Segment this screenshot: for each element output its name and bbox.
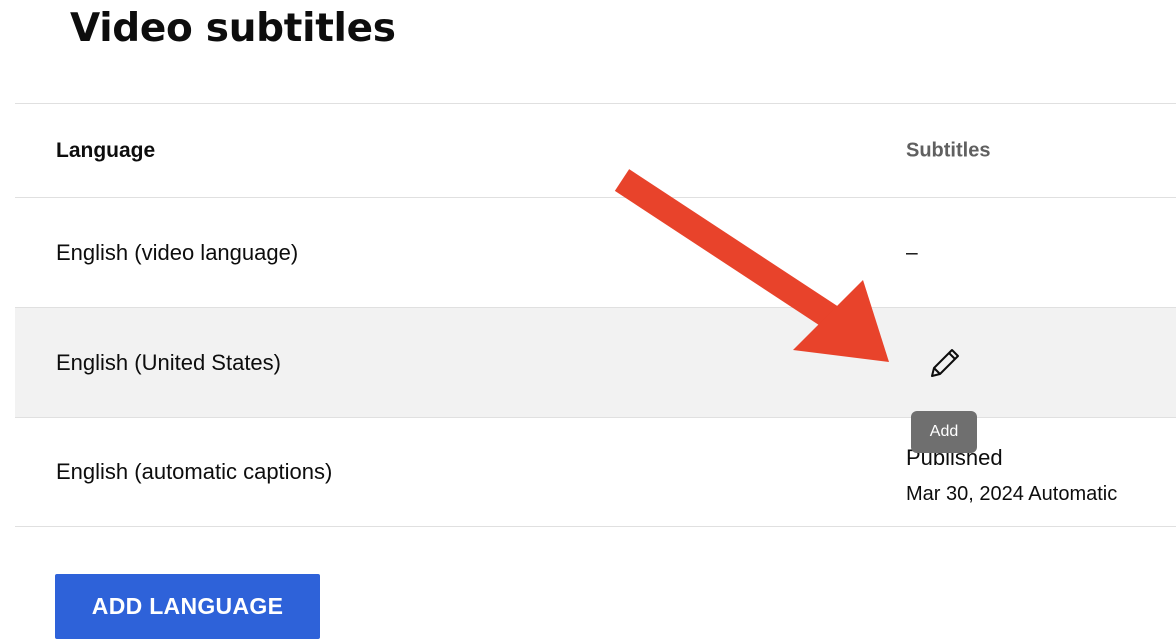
subtitles-column-header: Subtitles [906,139,991,161]
row-language: English (automatic captions) [56,459,333,484]
add-tooltip: Add [911,411,977,453]
page-title: Video subtitles [70,6,396,51]
row-language: English (United States) [56,349,281,375]
table-row[interactable]: English (automatic captions) Published M… [15,417,1176,527]
subtitles-table: Language Subtitles English (video langua… [15,103,1176,527]
row-language: English (video language) [56,239,299,265]
add-language-button[interactable]: ADD LANGUAGE [55,574,320,639]
pencil-edit-icon[interactable] [924,344,964,384]
language-column-header: Language [56,138,156,162]
table-row[interactable]: English (video language) – [15,197,1176,307]
row-subtitles-empty: – [906,240,918,264]
status-detail: Mar 30, 2024 Automatic [906,483,1118,505]
video-subtitles-page: Video subtitles Language Subtitles Engli… [0,0,1176,639]
table-row[interactable]: English (United States) [15,307,1176,417]
table-header-row: Language Subtitles [15,103,1176,197]
